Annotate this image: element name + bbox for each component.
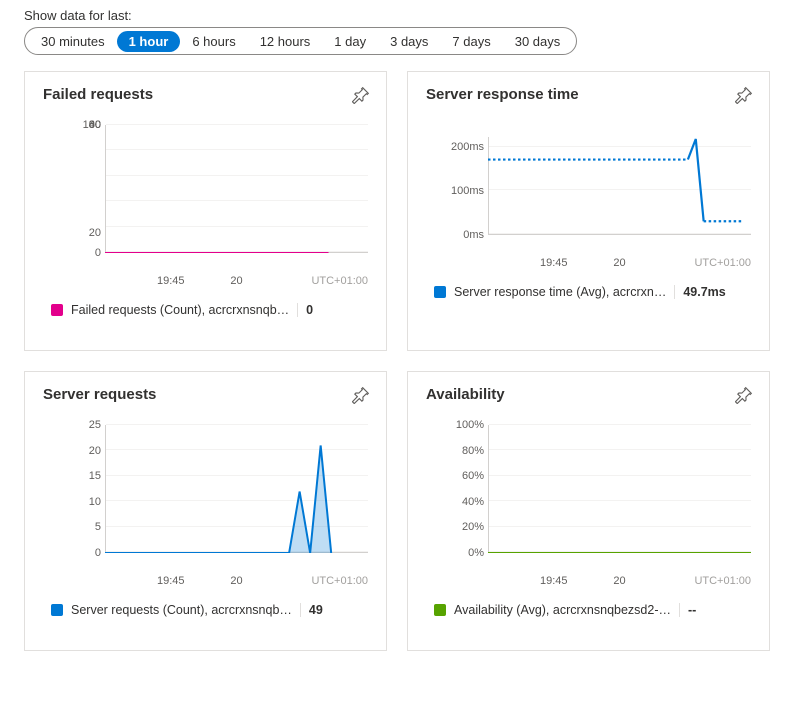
legend: Availability (Avg), acrcrxnsnqbezsd2-… -…	[434, 603, 751, 617]
card-server-requests[interactable]: Server requests 0 5 10 15 20 25	[24, 371, 387, 651]
x-tick: 20	[613, 257, 625, 269]
legend: Server requests (Count), acrcrxnsnqb… 49	[51, 603, 368, 617]
x-tick: 20	[613, 575, 625, 587]
chart-failed-requests: 0 20 40 60 80 100 19:45 20 UTC+01:00	[63, 125, 368, 275]
card-availability[interactable]: Availability 0% 20% 40% 60% 80% 100%	[407, 371, 770, 651]
time-range-option-1h[interactable]: 1 hour	[117, 31, 181, 52]
card-title: Server requests	[43, 386, 368, 403]
legend: Server response time (Avg), acrcrxn… 49.…	[434, 285, 751, 299]
plot-line	[488, 425, 751, 553]
plot-line	[488, 137, 751, 235]
legend-swatch	[51, 304, 63, 316]
legend-label: Availability (Avg), acrcrxnsnqbezsd2-…	[454, 603, 671, 617]
plot-line	[105, 125, 368, 253]
timezone-label: UTC+01:00	[311, 575, 368, 587]
chart-server-requests: 0 5 10 15 20 25 19:45 20 UTC+01:00	[63, 425, 368, 575]
y-tick: 80%	[446, 445, 484, 457]
x-tick: 20	[230, 275, 242, 287]
card-title: Server response time	[426, 86, 751, 103]
y-tick: 200ms	[446, 141, 484, 153]
legend-swatch	[51, 604, 63, 616]
pin-icon[interactable]	[352, 386, 370, 404]
y-tick: 0	[63, 247, 101, 259]
y-tick: 10	[63, 496, 101, 508]
pin-icon[interactable]	[735, 386, 753, 404]
y-tick: 100%	[446, 419, 484, 431]
timezone-label: UTC+01:00	[311, 275, 368, 287]
time-range-option-30d[interactable]: 30 days	[503, 31, 573, 52]
legend-swatch	[434, 604, 446, 616]
legend-swatch	[434, 286, 446, 298]
legend: Failed requests (Count), acrcrxnsnqb… 0	[51, 303, 368, 317]
y-tick: 60%	[446, 470, 484, 482]
legend-label: Server requests (Count), acrcrxnsnqb…	[71, 603, 292, 617]
y-tick: 20	[63, 445, 101, 457]
timezone-label: UTC+01:00	[694, 575, 751, 587]
y-tick: 0ms	[446, 229, 484, 241]
y-tick: 40%	[446, 496, 484, 508]
x-tick: 19:45	[540, 257, 568, 269]
card-title: Failed requests	[43, 86, 368, 103]
legend-label: Failed requests (Count), acrcrxnsnqb…	[71, 303, 289, 317]
card-title: Availability	[426, 386, 751, 403]
card-server-response-time[interactable]: Server response time 0ms 100ms 200ms 19:…	[407, 71, 770, 351]
chart-server-response-time: 0ms 100ms 200ms 19:45 20 UTC+01:00	[446, 137, 751, 257]
y-tick: 0	[63, 547, 101, 559]
pin-icon[interactable]	[735, 86, 753, 104]
timezone-label: UTC+01:00	[694, 257, 751, 269]
y-tick: 0%	[446, 547, 484, 559]
chart-availability: 0% 20% 40% 60% 80% 100% 19:45 20 UTC+01:…	[446, 425, 751, 575]
x-tick: 19:45	[540, 575, 568, 587]
y-tick: 5	[63, 521, 101, 533]
y-tick: 20%	[446, 521, 484, 533]
time-range-option-12h[interactable]: 12 hours	[248, 31, 323, 52]
legend-label: Server response time (Avg), acrcrxn…	[454, 285, 666, 299]
time-range-option-1d[interactable]: 1 day	[322, 31, 378, 52]
legend-value: 49	[300, 603, 323, 617]
x-tick: 19:45	[157, 575, 185, 587]
pin-icon[interactable]	[352, 86, 370, 104]
x-tick: 19:45	[157, 275, 185, 287]
legend-value: 49.7ms	[674, 285, 725, 299]
y-tick: 15	[63, 470, 101, 482]
y-tick: 25	[63, 419, 101, 431]
y-tick: 100ms	[446, 185, 484, 197]
card-failed-requests[interactable]: Failed requests 0 20 40 60 80 100 19	[24, 71, 387, 351]
x-tick: 20	[230, 575, 242, 587]
time-range-label: Show data for last:	[24, 8, 795, 23]
time-range-pillbar: 30 minutes 1 hour 6 hours 12 hours 1 day…	[24, 27, 577, 55]
y-tick: 100	[63, 119, 101, 131]
time-range-option-6h[interactable]: 6 hours	[180, 31, 247, 52]
time-range-option-3d[interactable]: 3 days	[378, 31, 440, 52]
time-range-option-30m[interactable]: 30 minutes	[29, 31, 117, 52]
legend-value: --	[679, 603, 696, 617]
time-range-option-7d[interactable]: 7 days	[440, 31, 502, 52]
legend-value: 0	[297, 303, 313, 317]
plot-area	[105, 425, 368, 553]
